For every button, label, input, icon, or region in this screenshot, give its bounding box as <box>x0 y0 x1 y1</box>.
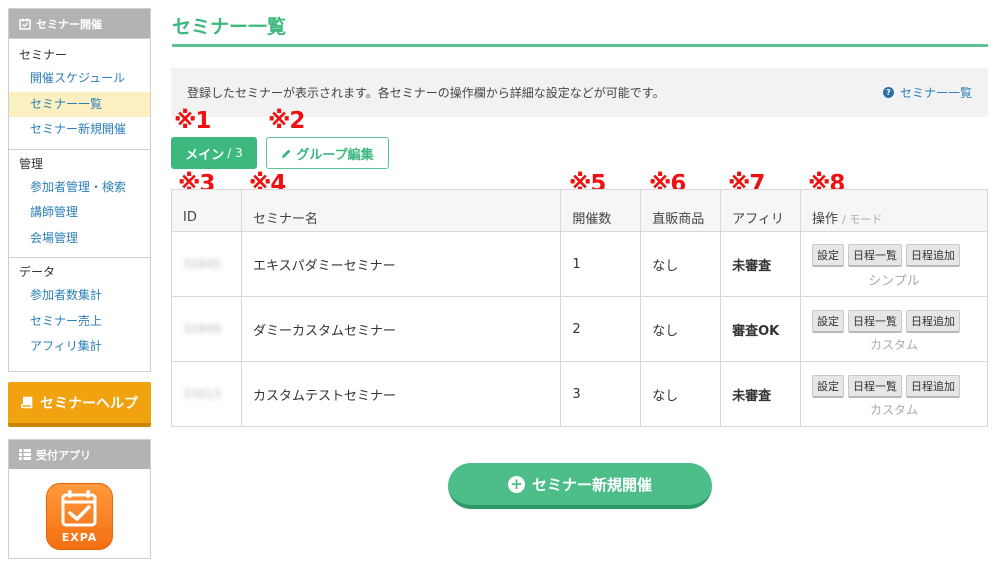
annotation-marker: ※1 <box>174 108 211 134</box>
sidebar-item-seminar-list[interactable]: セミナー一覧 <box>9 91 150 117</box>
tab-main-count: / 3 <box>227 146 243 160</box>
header-count: 開催数 <box>560 189 642 232</box>
table-header-row: ID セミナー名 開催数 直販商品 アフィリ 操作 / モード <box>171 189 988 232</box>
reception-app-header: 受付アプリ <box>9 440 150 469</box>
cell-name: エキスパダミーセミナー <box>240 231 562 297</box>
group-edit-button[interactable]: グループ編集 <box>266 137 389 169</box>
annotation-marker: ※2 <box>268 108 305 134</box>
sidebar-section-seminar: セミナー 開催スケジュール セミナー一覧 セミナー新規開催 <box>9 38 150 149</box>
add-schedule-button[interactable]: 日程追加 <box>906 243 960 267</box>
grid-icon <box>19 449 31 460</box>
group-edit-label: グループ編集 <box>296 147 374 163</box>
cell-affiliate: 未審査 <box>720 231 801 297</box>
sidebar-item-venues[interactable]: 会場管理 <box>9 226 150 252</box>
page-title: セミナー一覧 <box>172 16 287 38</box>
schedule-list-button[interactable]: 日程一覧 <box>848 243 902 267</box>
cell-affiliate: 未審査 <box>720 361 801 427</box>
sidebar-seminar-header: セミナー開催 <box>9 9 150 38</box>
table-row: 32846 ダミーカスタムセミナー 2 なし 審査OK 設定 日程一覧 日程追加… <box>171 296 988 362</box>
mode-label: カスタム <box>869 402 918 417</box>
cell-name: カスタムテストセミナー <box>240 361 562 427</box>
header-name: セミナー名 <box>240 189 562 232</box>
sidebar-section-title: 管理 <box>19 156 44 171</box>
header-mode-label: / モード <box>842 213 883 226</box>
add-schedule-button[interactable]: 日程追加 <box>906 374 960 398</box>
sidebar-section-manage: 管理 参加者管理・検索 講師管理 会場管理 <box>9 148 150 258</box>
book-icon <box>21 396 33 409</box>
seminar-id: 32845 <box>183 256 222 271</box>
tab-main-label: メイン <box>185 147 225 163</box>
header-ops: 操作 / モード <box>800 189 988 232</box>
question-icon: ? <box>882 87 894 98</box>
seminar-table: ID セミナー名 開催数 直販商品 アフィリ 操作 / モード 32845 エキ… <box>171 189 988 427</box>
calendar-check-icon <box>19 18 31 30</box>
sidebar-section-title: セミナー <box>19 48 68 62</box>
cell-ops: 設定 日程一覧 日程追加 カスタム <box>800 361 988 427</box>
schedule-list-button[interactable]: 日程一覧 <box>848 374 902 398</box>
add-schedule-button[interactable]: 日程追加 <box>906 309 960 333</box>
cell-count: 3 <box>560 361 642 427</box>
sidebar-item-affiliate-stats[interactable]: アフィリ集計 <box>9 334 150 360</box>
cell-id: 32846 <box>171 296 242 362</box>
plus-circle-icon: + <box>507 475 525 493</box>
sidebar-seminar-panel: セミナー開催 セミナー 開催スケジュール セミナー一覧 セミナー新規開催 管理 … <box>8 8 151 372</box>
sidebar-seminar-header-label: セミナー開催 <box>36 17 102 31</box>
settings-button[interactable]: 設定 <box>812 374 844 398</box>
sidebar-item-new-seminar[interactable]: セミナー新規開催 <box>9 117 150 143</box>
sidebar-section-data: データ 参加者数集計 セミナー売上 アフィリ集計 <box>9 257 150 366</box>
sidebar-item-participants[interactable]: 参加者管理・検索 <box>9 175 150 201</box>
seminar-help-label: セミナーヘルプ <box>40 395 138 412</box>
reception-app-header-label: 受付アプリ <box>36 448 91 462</box>
sidebar-item-participant-stats[interactable]: 参加者数集計 <box>9 283 150 309</box>
title-divider <box>172 44 988 47</box>
header-affiliate: アフィリ <box>720 189 801 232</box>
cell-product: なし <box>640 296 722 362</box>
cell-affiliate: 審査OK <box>720 296 801 362</box>
cell-ops: 設定 日程一覧 日程追加 シンプル <box>800 231 988 297</box>
cell-name: ダミーカスタムセミナー <box>240 296 562 362</box>
expa-app-icon[interactable]: EXPA <box>46 483 113 550</box>
cell-product: なし <box>640 361 722 427</box>
new-seminar-button[interactable]: + セミナー新規開催 <box>448 463 712 509</box>
help-link[interactable]: ? セミナー一覧 <box>882 68 972 117</box>
cell-id: 33013 <box>171 361 242 427</box>
new-seminar-label: セミナー新規開催 <box>531 475 652 494</box>
cell-product: なし <box>640 231 722 297</box>
sidebar-item-seminar-sales[interactable]: セミナー売上 <box>9 309 150 335</box>
sidebar-item-schedule[interactable]: 開催スケジュール <box>9 66 150 92</box>
settings-button[interactable]: 設定 <box>812 309 844 333</box>
reception-app-panel: 受付アプリ EXPA <box>8 439 151 559</box>
expa-logo-text: EXPA <box>61 531 98 544</box>
sidebar-item-lecturers[interactable]: 講師管理 <box>9 200 150 226</box>
seminar-help-button[interactable]: セミナーヘルプ <box>8 382 151 427</box>
settings-button[interactable]: 設定 <box>812 243 844 267</box>
seminar-id: 33013 <box>183 386 222 401</box>
header-id: ID <box>171 189 242 232</box>
header-ops-label: 操作 <box>812 212 839 227</box>
cell-ops: 設定 日程一覧 日程追加 カスタム <box>800 296 988 362</box>
seminar-id: 32846 <box>183 321 222 336</box>
pencil-icon <box>282 149 291 158</box>
help-link-label: セミナー一覧 <box>899 86 972 100</box>
cell-id: 32845 <box>171 231 242 297</box>
header-product: 直販商品 <box>640 189 722 232</box>
info-text: 登録したセミナーが表示されます。各セミナーの操作欄から詳細な設定などが可能です。 <box>187 86 665 100</box>
table-row: 32845 エキスパダミーセミナー 1 なし 未審査 設定 日程一覧 日程追加 … <box>171 231 988 297</box>
cell-count: 2 <box>560 296 642 362</box>
sidebar-section-title: データ <box>19 265 56 279</box>
schedule-list-button[interactable]: 日程一覧 <box>848 309 902 333</box>
tab-main-group[interactable]: メイン / 3 <box>171 137 257 169</box>
cell-count: 1 <box>560 231 642 297</box>
mode-label: シンプル <box>868 273 920 289</box>
table-row: 33013 カスタムテストセミナー 3 なし 未審査 設定 日程一覧 日程追加 … <box>171 361 988 427</box>
mode-label: カスタム <box>869 337 918 352</box>
